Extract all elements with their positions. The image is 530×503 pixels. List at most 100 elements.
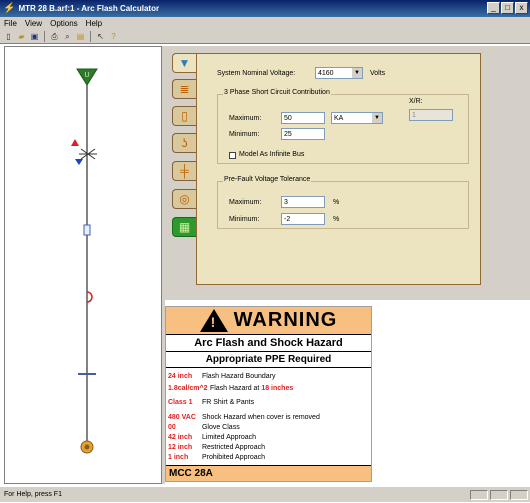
pf-min-unit: % — [333, 216, 340, 223]
sc-max-label: Maximum: — [229, 115, 262, 122]
nominal-voltage-value: 4160 — [318, 70, 334, 77]
menu-view[interactable]: View — [25, 19, 42, 28]
warning-subtitle: Arc Flash and Shock Hazard — [166, 335, 371, 352]
row-shock-hazard: 480 VAC Shock Hazard when cover is remov… — [168, 414, 320, 421]
row-prohibited-approach: 1 inch Prohibited Approach — [168, 454, 265, 461]
toolbar-separator — [44, 31, 45, 42]
row-text: Shock Hazard when cover is removed — [201, 414, 320, 421]
window-title: MTR 28 B.arf:1 - Arc Flash Calculator — [18, 4, 160, 13]
print-preview-icon[interactable]: ⌕ — [62, 31, 73, 42]
warning-header: ! WARNING — [166, 307, 371, 335]
row-text: Limited Approach — [201, 434, 257, 441]
nominal-voltage-label: System Nominal Voltage: — [217, 70, 296, 77]
source-icon[interactable]: U — [76, 68, 98, 86]
status-cell — [470, 490, 488, 500]
row-text: Flash Hazard at — [209, 385, 260, 392]
warning-bang: ! — [210, 314, 216, 330]
breaker-icon[interactable] — [71, 139, 97, 165]
chevron-down-icon: ▼ — [372, 113, 382, 123]
cable-icon[interactable] — [86, 291, 93, 303]
one-line-svg: U — [71, 68, 98, 454]
app-bolt-icon: ⚡ — [3, 3, 16, 14]
row-value: 42 inch — [168, 434, 193, 441]
close-button[interactable]: x — [515, 2, 528, 14]
fuse-tab[interactable]: ▯ — [172, 106, 196, 126]
arc-flash-warning-label: ! WARNING Arc Flash and Shock Hazard App… — [165, 306, 372, 482]
row-ppe-class: Class 1 FR Shirt & Pants — [168, 399, 254, 406]
info-icon[interactable]: ? — [108, 31, 119, 42]
row-value: Class 1 — [168, 399, 193, 406]
equipment-name: MCC 28A — [166, 465, 371, 481]
restore-button[interactable]: □ — [501, 2, 514, 14]
help-cursor-icon[interactable]: ↖ — [95, 31, 106, 42]
xr-input[interactable]: 1 — [409, 109, 453, 121]
new-icon[interactable]: ▯ — [3, 31, 14, 42]
row-flash-boundary: 24 inch Flash Hazard Boundary — [168, 373, 276, 380]
infinite-bus-label: Model As Infinite Bus — [239, 151, 305, 158]
open-icon[interactable]: ▰ — [16, 31, 27, 42]
nominal-voltage-select[interactable]: 4160 ▼ — [315, 67, 363, 79]
cable-tab[interactable]: ʖ — [172, 133, 196, 153]
warning-title: WARNING — [233, 309, 338, 331]
sc-min-input[interactable]: 25 — [281, 128, 325, 140]
export-icon[interactable]: ▤ — [75, 31, 86, 42]
row-text: Flash Hazard Boundary — [201, 373, 276, 380]
toolbar: ▯ ▰ ▣ ⎙ ⌕ ▤ ↖ ? — [0, 30, 530, 44]
motor-tab-icon: ◎ — [179, 192, 190, 206]
menu-bar: File View Options Help — [0, 17, 530, 30]
menu-options[interactable]: Options — [50, 19, 78, 28]
row-text: FR Shirt & Pants — [201, 399, 255, 406]
pf-min-input[interactable]: -2 — [281, 213, 325, 225]
source-label: U — [84, 72, 89, 79]
menu-help[interactable]: Help — [86, 19, 102, 28]
row-value: 480 VAC — [168, 414, 196, 421]
row-text: Prohibited Approach — [201, 454, 265, 461]
row-value: 1.8cal/cm^2 — [168, 385, 208, 392]
sc-max-input[interactable]: 50 — [281, 112, 325, 124]
ppe-required: Appropriate PPE Required — [166, 352, 371, 368]
sc-min-label: Minimum: — [229, 131, 260, 138]
xr-label: X/R: — [409, 98, 423, 105]
prefault-group-label: Pre-Fault Voltage Tolerance — [223, 176, 312, 183]
cable-tab-icon: ʖ — [181, 136, 188, 150]
sc-unit-select[interactable]: KA ▼ — [331, 112, 383, 124]
row-limited-approach: 42 inch Limited Approach — [168, 434, 256, 441]
chevron-down-icon: ▼ — [352, 68, 362, 78]
row-glove-class: 00 Glove Class — [168, 424, 240, 431]
funnel-icon: ▼ — [178, 56, 191, 70]
row-restricted-approach: 12 inch Restricted Approach — [168, 444, 265, 451]
save-icon[interactable]: ▣ — [29, 31, 40, 42]
row-extra: 18 inches — [261, 385, 294, 392]
infinite-bus-checkbox[interactable] — [229, 152, 236, 159]
warning-triangle-icon: ! — [199, 309, 228, 332]
motor-icon[interactable] — [80, 440, 94, 454]
grid-icon: ▦ — [178, 220, 191, 234]
volts-label: Volts — [370, 70, 386, 77]
fuse-icon[interactable] — [83, 224, 91, 236]
title-bar: ⚡ MTR 28 B.arf:1 - Arc Flash Calculator … — [0, 0, 530, 17]
row-value: 00 — [168, 424, 176, 431]
fuse-tab-icon: ▯ — [181, 109, 188, 123]
minimize-button[interactable]: _ — [487, 2, 500, 14]
print-icon[interactable]: ⎙ — [49, 31, 60, 42]
pf-max-input[interactable]: 3 — [281, 196, 325, 208]
motor-tab[interactable]: ◎ — [172, 189, 196, 209]
transformer-tab-icon: ╪ — [180, 164, 189, 178]
sc-unit-value: KA — [334, 115, 344, 122]
source-settings-panel: System Nominal Voltage: 4160 ▼ Volts 3 P… — [196, 53, 481, 285]
transformer-tab[interactable]: ╪ — [172, 161, 196, 181]
status-cell — [490, 490, 508, 500]
sc-group-label: 3 Phase Short Circuit Contribution — [223, 89, 331, 96]
breaker-tab[interactable]: ≣ — [172, 79, 196, 99]
pf-max-unit: % — [333, 199, 340, 206]
source-tab[interactable]: ▼ — [172, 53, 196, 73]
label-tab[interactable]: ▦ — [172, 217, 196, 237]
row-flash-hazard: 1.8cal/cm^2 Flash Hazard at 18 inches — [168, 385, 293, 392]
one-line-diagram[interactable]: U — [4, 46, 162, 484]
breaker-tab-icon: ≣ — [179, 82, 190, 96]
menu-file[interactable]: File — [4, 19, 17, 28]
row-value: 24 inch — [168, 373, 193, 380]
pf-min-label: Minimum: — [229, 216, 260, 223]
row-value: 12 inch — [168, 444, 193, 451]
status-cell — [510, 490, 528, 500]
